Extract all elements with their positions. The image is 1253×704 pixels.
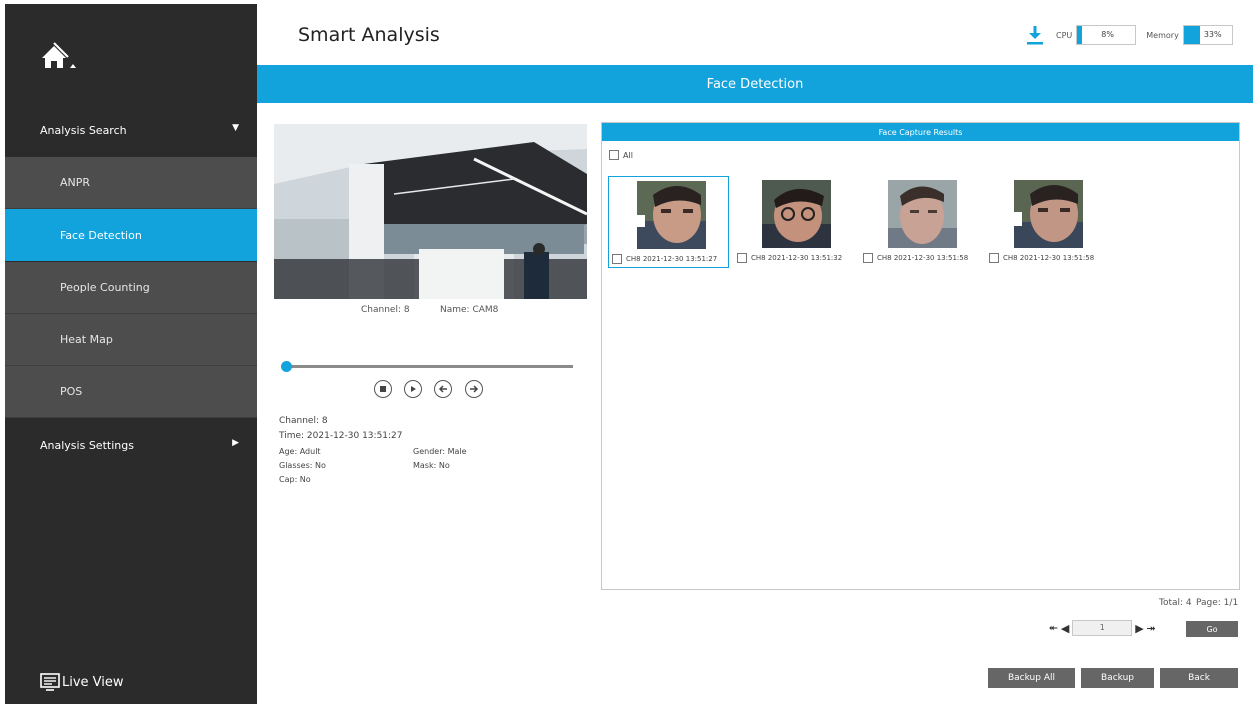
menu-group-label: Analysis Settings [40, 438, 134, 452]
detail-channel: Channel: 8 [279, 416, 328, 426]
prev-page-icon[interactable]: ◀ [1061, 622, 1069, 635]
capture-checkbox[interactable] [737, 253, 747, 263]
arrow-right-icon [470, 385, 479, 393]
cpu-meter-fill [1077, 26, 1082, 44]
backup-all-button[interactable]: Backup All [988, 668, 1075, 688]
sidebar-item-label: People Counting [60, 281, 150, 294]
memory-meter: 33% [1182, 25, 1233, 45]
pagination-controls: ⯬ ◀ 1 ▶ ⯮ [1049, 620, 1156, 636]
live-view-label: Live View [62, 674, 124, 690]
capture-checkbox[interactable] [612, 254, 622, 264]
face-thumbnail[interactable] [637, 181, 706, 249]
last-page-icon[interactable]: ⯮ [1147, 621, 1156, 635]
face-thumbnail[interactable] [888, 180, 957, 248]
sidebar-item-label: POS [60, 385, 83, 398]
previous-button[interactable] [434, 380, 452, 398]
capture-timestamp: CH8 2021-12-30 13:51:58 [877, 254, 969, 262]
menu-group-analysis-search[interactable]: Analysis Search ▼ [5, 105, 257, 155]
capture-card[interactable]: CH8 2021-12-30 13:51:32 [734, 176, 855, 268]
video-snapshot [274, 124, 587, 299]
capture-label: CH8 2021-12-30 13:51:58 [863, 253, 968, 263]
arrow-left-icon [438, 385, 447, 393]
select-all-label: All [623, 150, 633, 160]
cpu-label: CPU [1056, 30, 1073, 40]
playback-slider[interactable] [287, 365, 573, 368]
back-button[interactable]: Back [1160, 668, 1238, 688]
play-button[interactable] [404, 380, 422, 398]
sidebar: Analysis Search ▼ ANPR Face Detection Pe… [5, 4, 257, 704]
menu-group-label: Analysis Search [40, 123, 127, 137]
detail-glasses: Glasses: No [279, 461, 326, 470]
page-number-input[interactable]: 1 [1072, 620, 1133, 636]
total-count: Total: 4 [1159, 598, 1192, 608]
capture-label: CH8 2021-12-30 13:51:58 [989, 253, 1094, 263]
backup-button[interactable]: Backup [1081, 668, 1154, 688]
sidebar-item-pos[interactable]: POS [5, 366, 257, 418]
go-button[interactable]: Go [1186, 621, 1238, 637]
first-page-icon[interactable]: ⯬ [1049, 621, 1058, 635]
playback-slider-handle[interactable] [281, 361, 292, 372]
capture-timestamp: CH8 2021-12-30 13:51:27 [626, 255, 718, 263]
sidebar-item-label: Heat Map [60, 333, 113, 346]
cpu-value: 8% [1101, 30, 1114, 39]
face-thumbnail[interactable] [1014, 180, 1083, 248]
live-view-button[interactable]: Live View [40, 672, 124, 692]
face-capture-results-panel: Face Capture Results All CH8 2021-12-30 … [601, 122, 1240, 590]
download-icon[interactable] [1026, 25, 1044, 45]
sidebar-item-label: ANPR [60, 176, 91, 189]
sidebar-item-heat-map[interactable]: Heat Map [5, 314, 257, 366]
capture-checkbox[interactable] [989, 253, 999, 263]
section-banner: Face Detection [257, 65, 1253, 103]
capture-label: CH8 2021-12-30 13:51:32 [737, 253, 842, 263]
capture-card[interactable]: CH8 2021-12-30 13:51:58 [986, 176, 1107, 268]
play-icon [411, 386, 416, 392]
capture-timestamp: CH8 2021-12-30 13:51:58 [1003, 254, 1095, 262]
detail-age: Age: Adult [279, 447, 321, 456]
capture-timestamp: CH8 2021-12-30 13:51:32 [751, 254, 843, 262]
page-indicator: Page: 1/1 [1196, 598, 1239, 608]
home-icon[interactable] [40, 42, 80, 72]
capture-card[interactable]: CH8 2021-12-30 13:51:27 [608, 176, 729, 268]
video-channel: Channel: 8 [361, 305, 410, 315]
memory-label: Memory [1146, 30, 1179, 40]
select-all[interactable]: All [609, 150, 633, 160]
detail-gender: Gender: Male [413, 447, 467, 456]
video-name: Name: CAM8 [440, 305, 499, 315]
capture-label: CH8 2021-12-30 13:51:27 [612, 254, 717, 264]
monitor-icon [40, 673, 60, 691]
face-thumbnail[interactable] [762, 180, 831, 248]
select-all-checkbox[interactable] [609, 150, 619, 160]
next-page-icon[interactable]: ▶ [1135, 622, 1143, 635]
detail-cap: Cap: No [279, 475, 311, 484]
detail-mask: Mask: No [413, 461, 450, 470]
app-window: Analysis Search ▼ ANPR Face Detection Pe… [0, 0, 1253, 704]
stop-icon [380, 386, 386, 392]
sidebar-item-face-detection[interactable]: Face Detection [5, 209, 257, 261]
detail-time: Time: 2021-12-30 13:51:27 [279, 431, 403, 441]
sidebar-item-anpr[interactable]: ANPR [5, 157, 257, 209]
cpu-meter: 8% [1076, 25, 1137, 45]
stop-button[interactable] [374, 380, 392, 398]
caret-right-icon: ▶ [232, 438, 239, 448]
capture-card[interactable]: CH8 2021-12-30 13:51:58 [860, 176, 981, 268]
system-stats: CPU 8% Memory 33% [1026, 25, 1233, 45]
memory-meter-fill [1183, 26, 1200, 44]
capture-checkbox[interactable] [863, 253, 873, 263]
sidebar-item-people-counting[interactable]: People Counting [5, 262, 257, 314]
next-button[interactable] [465, 380, 483, 398]
page-title: Smart Analysis [298, 24, 440, 46]
caret-down-icon: ▼ [232, 123, 239, 133]
memory-value: 33% [1203, 30, 1222, 39]
sidebar-item-label: Face Detection [60, 228, 142, 242]
menu-group-analysis-settings[interactable]: Analysis Settings ▶ [5, 420, 257, 470]
panel-title: Face Capture Results [602, 123, 1239, 141]
